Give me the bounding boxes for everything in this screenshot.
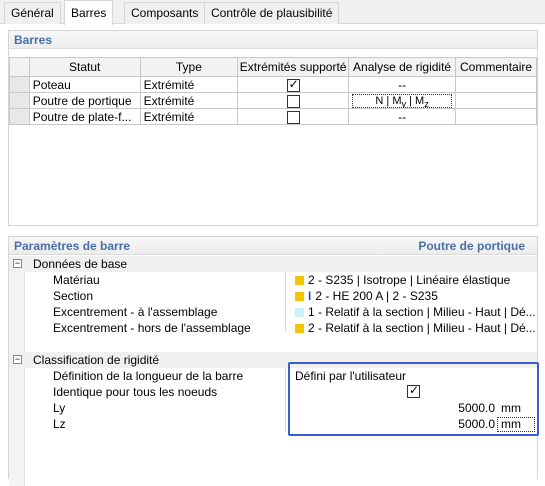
table-row[interactable]: Poutre de plate-f... Extrémité -- xyxy=(9,108,537,125)
cell-statut[interactable]: Poteau xyxy=(28,76,141,93)
row-header[interactable] xyxy=(9,76,30,93)
property-value[interactable]: 2 - S235 | Isotrope | Linéaire élastique xyxy=(295,272,510,288)
i-beam-icon: I xyxy=(308,289,312,303)
property-label: Excentrement - hors de l'assemblage xyxy=(53,321,251,335)
property-label: Matériau xyxy=(53,273,100,287)
lz-unit[interactable]: mm xyxy=(497,417,535,432)
section-color-swatch xyxy=(295,292,304,302)
column-header-extremites[interactable]: Extrémités supporté xyxy=(237,57,350,77)
property-row-definition-longueur[interactable]: Définition de la longueur de la barre Dé… xyxy=(9,368,537,384)
cell-type[interactable]: Extrémité xyxy=(139,108,239,125)
column-header-commentaire[interactable]: Commentaire xyxy=(455,57,537,77)
tab-controle-plausibilite[interactable]: Contrôle de plausibilité xyxy=(204,2,340,24)
tab-bar: Général Barres Composants Contrôle de pl… xyxy=(0,0,545,25)
cell-commentaire[interactable] xyxy=(455,108,537,125)
group-label: Données de base xyxy=(33,257,128,271)
checkmark-icon: ✓ xyxy=(288,76,299,91)
lz-input[interactable]: 5000.0 xyxy=(429,416,495,432)
group-classification-rigidite[interactable]: − Classification de rigidité xyxy=(9,352,537,368)
column-header-analyse[interactable]: Analyse de rigidité xyxy=(348,57,457,77)
property-value[interactable]: 2 - Relatif à la section | Milieu - Haut… xyxy=(295,320,536,336)
property-label: Excentrement - à l'assemblage xyxy=(53,305,218,319)
checkbox[interactable] xyxy=(286,94,300,108)
tab-barres[interactable]: Barres xyxy=(64,0,114,25)
barres-panel-title: Barres xyxy=(9,31,537,49)
property-label: Section xyxy=(53,289,94,303)
material-color-swatch xyxy=(295,276,304,286)
cell-extremites[interactable]: ✓ xyxy=(237,76,350,93)
group-donnees-de-base[interactable]: − Données de base xyxy=(9,256,537,272)
eccentricity-color-swatch xyxy=(295,308,304,318)
cell-type[interactable]: Extrémité xyxy=(139,76,239,93)
column-header-statut[interactable]: Statut xyxy=(28,57,141,77)
same-for-all-nodes-checkbox[interactable]: ✓ xyxy=(407,383,420,398)
property-value[interactable]: I2 - HE 200 A | 2 - S235 xyxy=(295,288,438,304)
table-row[interactable]: Poteau Extrémité ✓ -- xyxy=(9,76,537,93)
collapse-icon[interactable]: − xyxy=(13,259,22,268)
property-row-identique-noeuds[interactable]: Identique pour tous les noeuds ✓ xyxy=(9,383,537,400)
barres-table-header: Statut Type Extrémités supporté Analyse … xyxy=(9,57,537,77)
tab-general[interactable]: Général xyxy=(4,2,61,24)
property-label: Définition de la longueur de la barre xyxy=(53,369,244,383)
stiffness-analysis-button[interactable]: N | My | Mz xyxy=(352,94,452,108)
property-label: Lz xyxy=(53,417,66,431)
column-header-type[interactable]: Type xyxy=(139,57,239,77)
cell-analyse[interactable]: -- xyxy=(348,76,457,93)
params-panel: Paramètres de barre Poutre de portique −… xyxy=(8,236,538,486)
checkbox[interactable]: ✓ xyxy=(286,76,300,92)
checkbox[interactable] xyxy=(286,110,300,124)
group-label: Classification de rigidité xyxy=(33,353,160,367)
property-row-excentrement-assemblage[interactable]: Excentrement - à l'assemblage 1 - Relati… xyxy=(9,304,537,320)
barres-table: Statut Type Extrémités supporté Analyse … xyxy=(9,57,537,125)
cell-analyse[interactable]: N | My | Mz xyxy=(348,92,457,109)
cell-analyse[interactable]: -- xyxy=(348,108,457,125)
ly-unit: mm xyxy=(501,401,521,415)
property-row-lz[interactable]: Lz 5000.0 mm xyxy=(9,416,537,432)
property-row-ly[interactable]: Ly 5000.0 mm xyxy=(9,400,537,416)
row-header[interactable] xyxy=(9,108,30,125)
tab-composants[interactable]: Composants xyxy=(124,2,206,24)
property-row-materiau[interactable]: Matériau 2 - S235 | Isotrope | Linéaire … xyxy=(9,272,537,288)
checkmark-icon: ✓ xyxy=(408,383,420,397)
length-definition-select[interactable]: Défini par l'utilisateur xyxy=(295,368,406,384)
property-label: Ly xyxy=(53,401,66,415)
row-header[interactable] xyxy=(9,92,30,109)
property-label: Identique pour tous les noeuds xyxy=(53,385,218,399)
params-context-label: Poutre de portique xyxy=(418,239,525,253)
table-row[interactable]: Poutre de portique Extrémité N | My | Mz xyxy=(9,92,537,109)
eccentricity-color-swatch xyxy=(295,324,304,334)
cell-extremites[interactable] xyxy=(237,92,350,109)
cell-commentaire[interactable] xyxy=(455,76,537,93)
collapse-icon[interactable]: − xyxy=(13,355,22,364)
property-row-excentrement-hors[interactable]: Excentrement - hors de l'assemblage 2 - … xyxy=(9,320,537,336)
barres-panel: Barres Statut Type Extrémités supporté A… xyxy=(8,30,538,226)
row-header-corner xyxy=(9,57,30,77)
property-value[interactable]: 1 - Relatif à la section | Milieu - Haut… xyxy=(295,304,536,320)
property-row-section[interactable]: Section I2 - HE 200 A | 2 - S235 xyxy=(9,288,537,304)
ly-input[interactable]: 5000.0 xyxy=(429,400,495,416)
cell-type[interactable]: Extrémité xyxy=(139,92,239,109)
cell-extremites[interactable] xyxy=(237,108,350,125)
cell-commentaire[interactable] xyxy=(455,92,537,109)
cell-statut[interactable]: Poutre de plate-f... xyxy=(28,108,141,125)
params-panel-title: Paramètres de barre Poutre de portique xyxy=(9,237,537,255)
cell-statut[interactable]: Poutre de portique xyxy=(28,92,141,109)
